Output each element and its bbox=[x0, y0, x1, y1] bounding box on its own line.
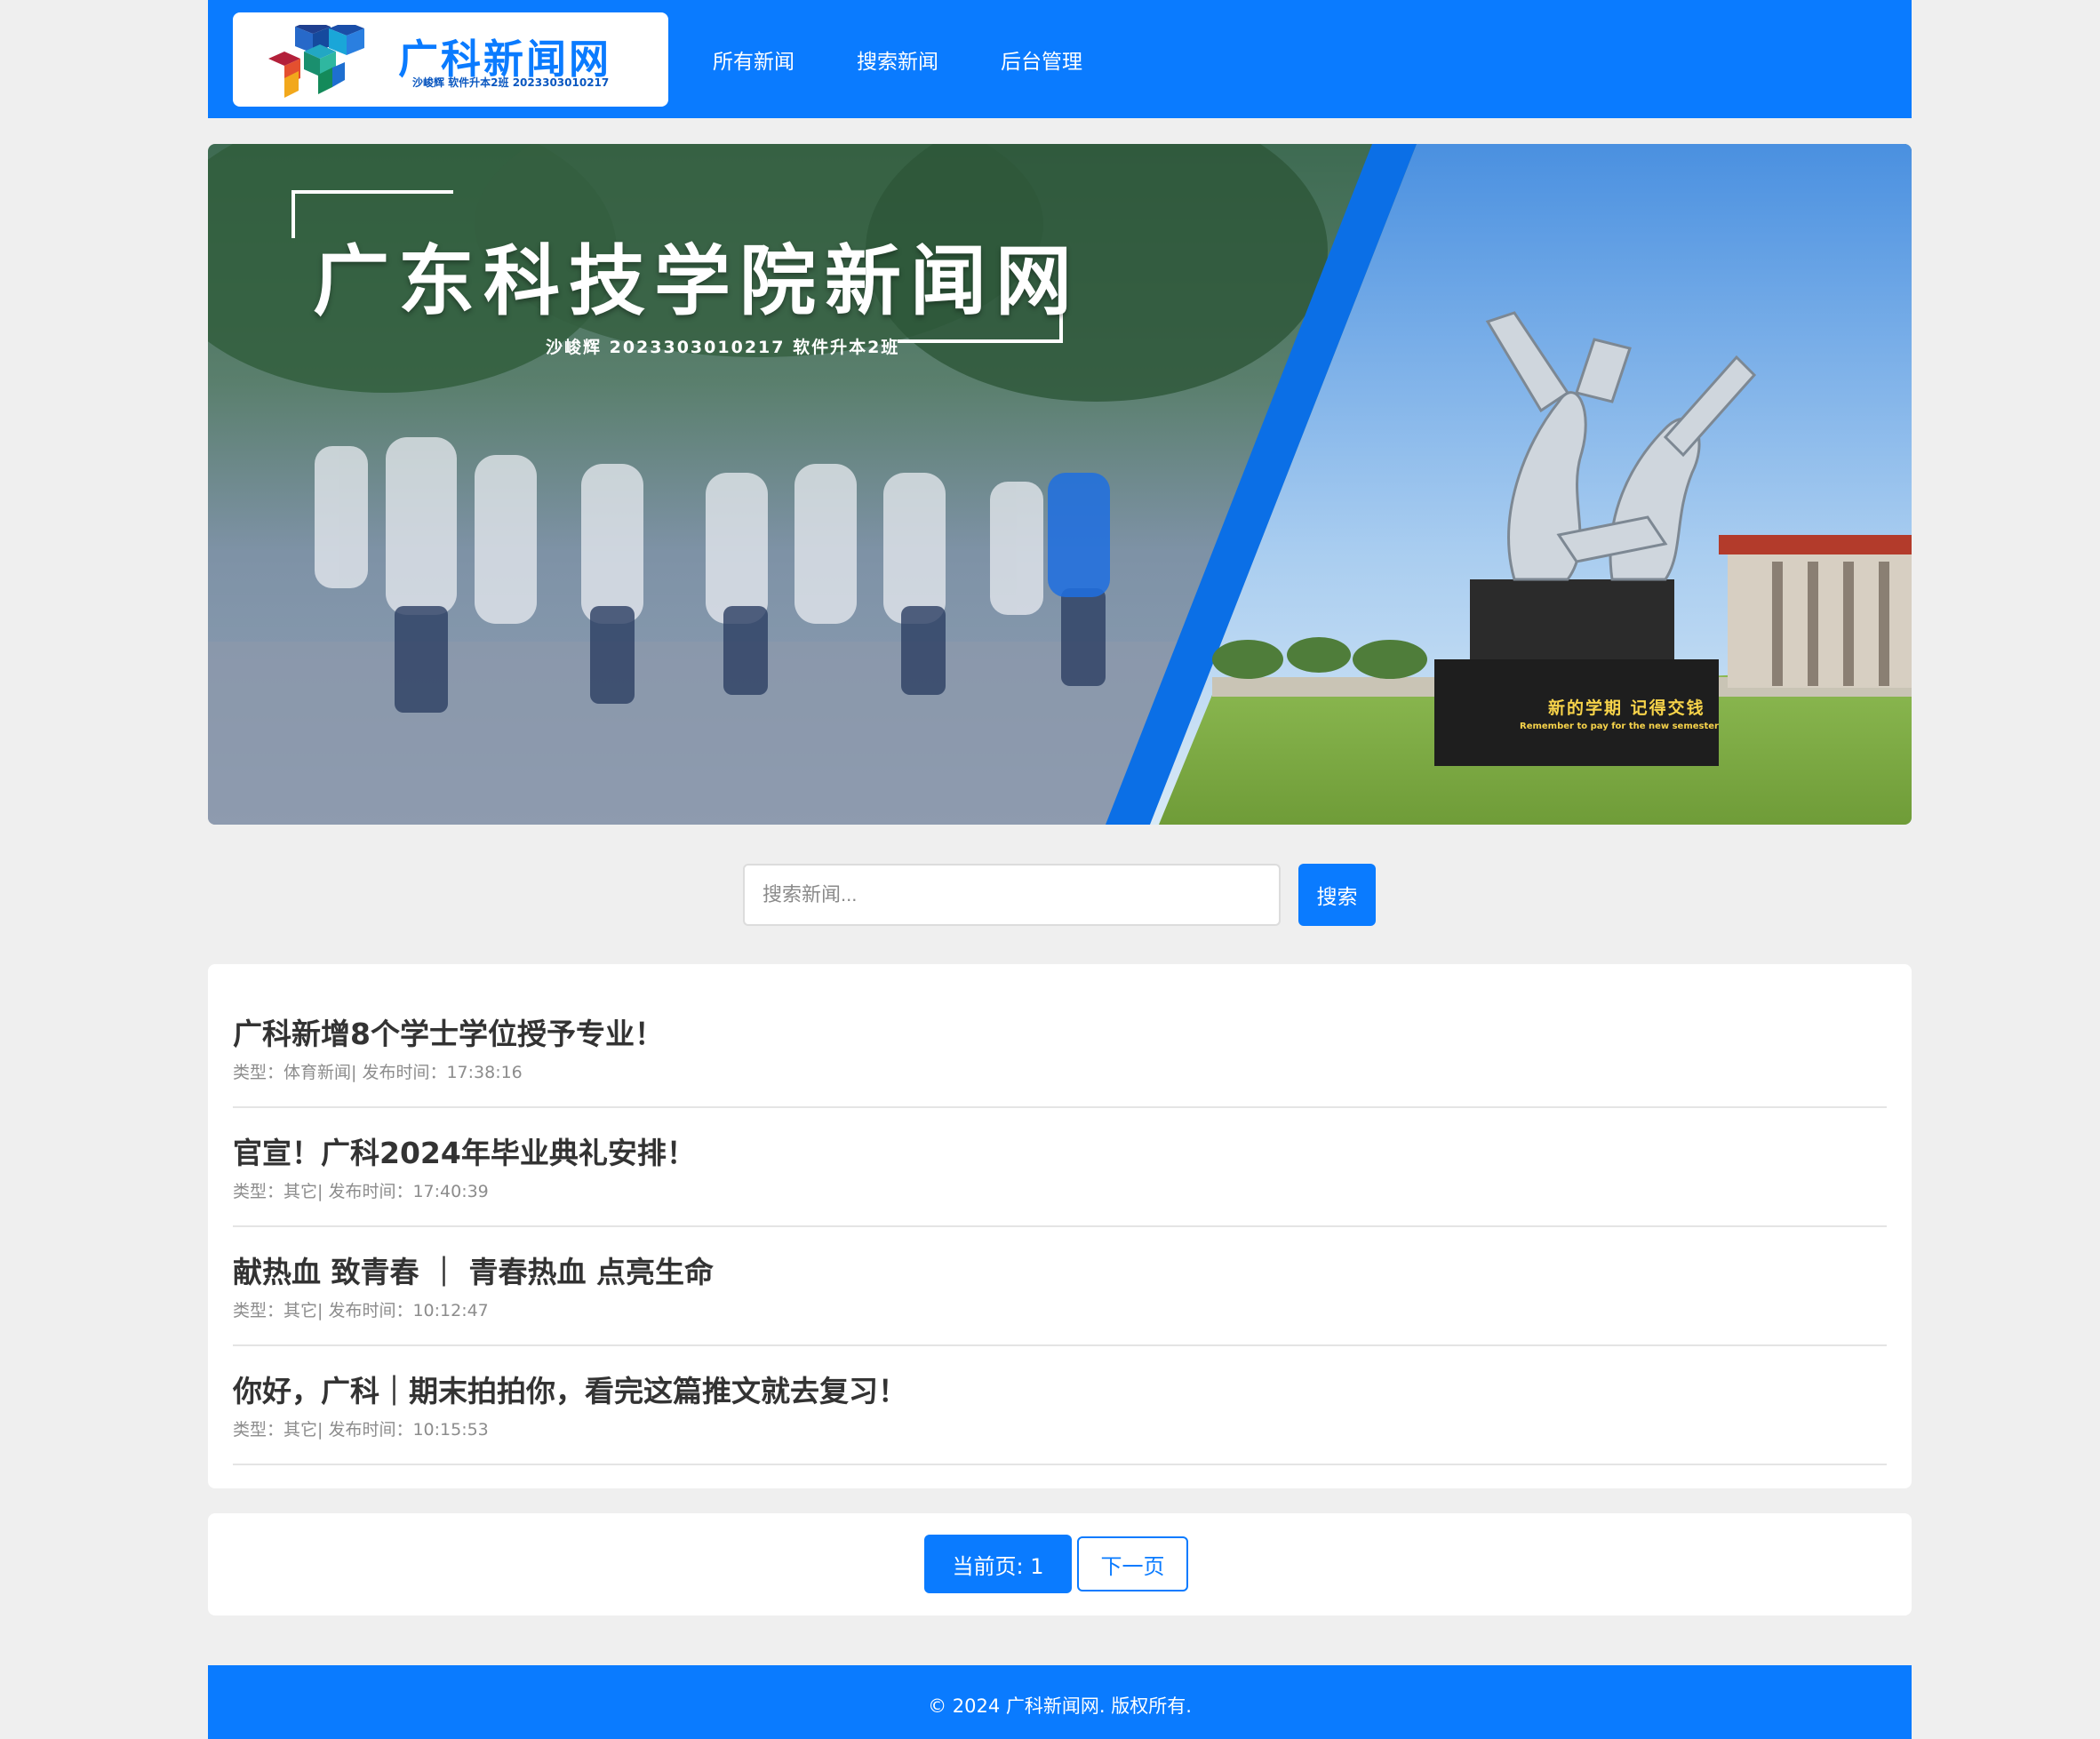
search-input[interactable] bbox=[743, 864, 1281, 926]
logo-cubes-icon bbox=[268, 25, 364, 98]
hero-banner: 广东科技学院新闻网 沙峻辉 2023303010217 软件升本2班 新的学期 … bbox=[208, 144, 1912, 825]
plaque-text: 新的学期 记得交钱 bbox=[1548, 698, 1705, 718]
search-bar: 搜索 bbox=[743, 864, 1376, 926]
news-list: 广科新增8个学士学位授予专业！ 类型：体育新闻| 发布时间：17:38:16 官… bbox=[208, 964, 1912, 1488]
news-meta: 类型：其它| 发布时间：10:15:53 bbox=[233, 1420, 489, 1440]
banner-subtitle: 沙峻辉 2023303010217 软件升本2班 bbox=[546, 338, 900, 357]
news-title[interactable]: 献热血 致青春 ｜ 青春热血 点亮生命 bbox=[233, 1248, 714, 1291]
plaque-subtext: Remember to pay for the new semester bbox=[1520, 722, 1719, 731]
search-button[interactable]: 搜索 bbox=[1298, 864, 1376, 926]
list-item[interactable]: 广科新增8个学士学位授予专业！ 类型：体育新闻| 发布时间：17:38:16 bbox=[233, 964, 1887, 1108]
news-meta: 类型：体育新闻| 发布时间：17:38:16 bbox=[233, 1063, 523, 1082]
list-item[interactable]: 你好，广科｜期末拍拍你，看完这篇推文就去复习！ 类型：其它| 发布时间：10:1… bbox=[233, 1346, 1887, 1465]
nav-admin[interactable]: 后台管理 bbox=[1001, 44, 1082, 75]
list-item[interactable]: 官宣！广科2024年毕业典礼安排！ 类型：其它| 发布时间：17:40:39 bbox=[233, 1108, 1887, 1227]
next-page-button[interactable]: 下一页 bbox=[1077, 1536, 1188, 1591]
site-logo[interactable]: 广科新闻网 沙峻辉 软件升本2班 2023303010217 bbox=[233, 12, 668, 107]
nav-search-news[interactable]: 搜索新闻 bbox=[857, 44, 938, 75]
copyright-text: © 2024 广科新闻网. 版权所有. bbox=[928, 1695, 1192, 1717]
pagination: 当前页: 1 下一页 bbox=[208, 1513, 1912, 1615]
nav-all-news[interactable]: 所有新闻 bbox=[713, 44, 794, 75]
list-item[interactable]: 献热血 致青春 ｜ 青春热血 点亮生命 类型：其它| 发布时间：10:12:47 bbox=[233, 1227, 1887, 1346]
logo-subtitle: 沙峻辉 软件升本2班 2023303010217 bbox=[412, 76, 610, 89]
current-page-button[interactable]: 当前页: 1 bbox=[924, 1535, 1072, 1593]
news-title[interactable]: 广科新增8个学士学位授予专业！ bbox=[233, 1010, 664, 1053]
news-title[interactable]: 官宣！广科2024年毕业典礼安排！ bbox=[233, 1129, 696, 1172]
site-header: 广科新闻网 沙峻辉 软件升本2班 2023303010217 所有新闻 搜索新闻… bbox=[208, 0, 1912, 118]
site-footer: © 2024 广科新闻网. 版权所有. bbox=[208, 1665, 1912, 1739]
news-title[interactable]: 你好，广科｜期末拍拍你，看完这篇推文就去复习！ bbox=[233, 1368, 907, 1410]
main-nav: 所有新闻 搜索新闻 后台管理 bbox=[713, 44, 1145, 75]
banner-title: 广东科技学院新闻网 bbox=[313, 237, 1081, 326]
news-meta: 类型：其它| 发布时间：10:12:47 bbox=[233, 1301, 489, 1320]
news-meta: 类型：其它| 发布时间：17:40:39 bbox=[233, 1182, 489, 1201]
